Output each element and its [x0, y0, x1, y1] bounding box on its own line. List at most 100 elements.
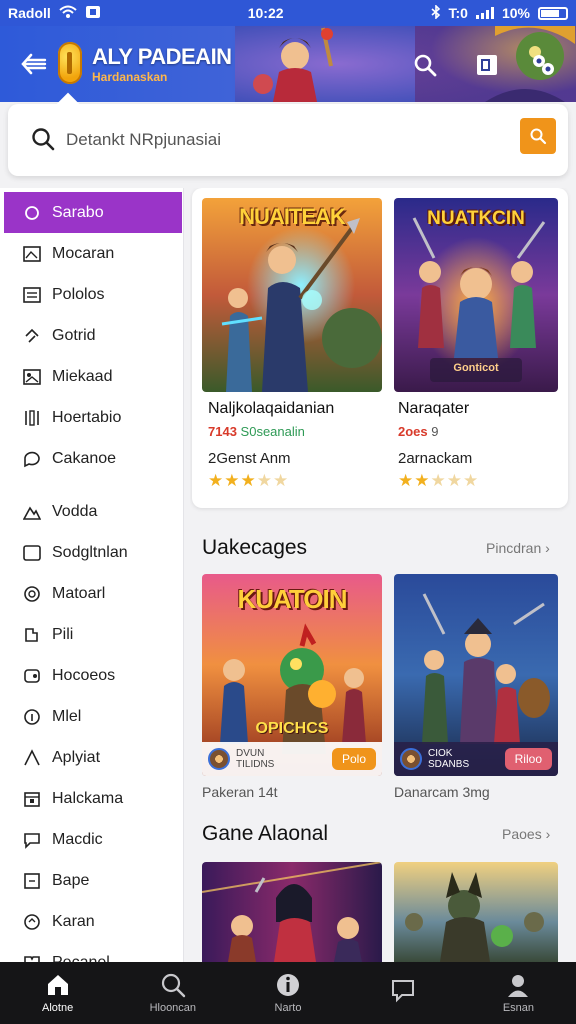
battery-label: 10% — [501, 5, 530, 21]
sidebar-item-hoertabio[interactable]: Hoertabio — [0, 397, 183, 438]
nav-label: Hlooncan — [149, 1002, 197, 1014]
sidebar-item-label: Bape — [52, 871, 90, 889]
chat-icon — [22, 449, 42, 469]
section-title: Uakecages — [202, 536, 308, 559]
star-icon: ★ — [240, 471, 256, 490]
library-icon[interactable] — [472, 50, 502, 80]
columns-icon — [22, 408, 42, 428]
upcoming-cover-1[interactable]: KUATOIN OPICHCS DVUN TILIDNS Polo — [202, 574, 382, 776]
sidebar-item-label: Pololos — [52, 285, 105, 303]
sidebar-item-halckama[interactable]: Halckama — [0, 778, 183, 819]
sidebar-item-sarabo[interactable]: Sarabo — [4, 192, 182, 233]
promo-text: DVUN TILIDNS — [236, 748, 275, 770]
sidebar-item-miekaad[interactable]: Miekaad — [0, 356, 183, 397]
game-cover-1[interactable]: NUAITEAK — [202, 198, 382, 392]
chat-bubble-icon — [390, 978, 416, 1004]
image-icon — [22, 244, 42, 264]
game-cover-subtitle: OPICHCS — [255, 720, 329, 737]
sidebar-item-matoarl[interactable]: Matoarl — [0, 573, 183, 614]
rating-stars: ★ ★ ★ ★ ★ — [398, 472, 478, 489]
sidebar-item-sodgltnlan[interactable]: Sodgltnlan — [0, 532, 183, 573]
nav-profile[interactable]: Esnan — [461, 962, 576, 1024]
search-input[interactable] — [66, 124, 506, 156]
sidebar-item-hocoeos[interactable]: Hocoeos — [0, 655, 183, 696]
sidebar-item-label: Hoertabio — [52, 408, 122, 426]
settings-icon[interactable] — [528, 50, 558, 80]
nav-search[interactable]: Hlooncan — [115, 962, 230, 1024]
sidebar: Sarabo Mocaran Pololos Gotrid Miekaad Ho… — [0, 188, 184, 962]
promo-button[interactable]: Riloo — [504, 748, 552, 770]
game-cover-2[interactable]: NUATKCIN Gonticot — [394, 198, 558, 392]
calendar-icon — [22, 789, 42, 809]
sidebar-item-label: Mlel — [52, 707, 82, 725]
game-cover-art — [394, 862, 558, 962]
sidebar-item-pili[interactable]: Pili — [0, 614, 183, 655]
headphones-icon — [22, 912, 42, 932]
sidebar-item-karan[interactable]: Karan — [0, 901, 183, 942]
sidebar-item-label: Matoarl — [52, 584, 106, 602]
game-caption: Pakeran 14t — [202, 784, 278, 800]
sidebar-item-vodda[interactable]: Vodda — [0, 491, 183, 532]
section-more-link[interactable]: Pincdran › — [486, 540, 550, 556]
sidebar-item-gotrid[interactable]: Gotrid — [0, 315, 183, 356]
sidebar-item-macdic[interactable]: Macdic — [0, 819, 183, 860]
game-cover-4[interactable] — [394, 862, 558, 962]
sidebar-item-pololos[interactable]: Pololos — [0, 274, 183, 315]
game-price: 2oes — [398, 424, 428, 439]
list-icon — [22, 285, 42, 305]
nav-label: Alotne — [42, 1002, 74, 1014]
clock: 10:22 — [247, 5, 284, 21]
bottom-nav: Alotne Hlooncan Narto Esnan — [0, 962, 576, 1024]
search-submit-button[interactable] — [520, 118, 556, 154]
star-icon: ★ — [414, 471, 430, 490]
puzzle-icon — [22, 625, 42, 645]
shield-icon — [22, 584, 42, 604]
box-icon — [22, 871, 42, 891]
home-icon — [45, 972, 71, 998]
star-icon: ★ — [224, 471, 240, 490]
promo-text: CIOK SDANBS — [428, 748, 470, 770]
section-more-link[interactable]: Paoes › — [502, 826, 550, 842]
info-icon — [275, 972, 301, 998]
status-bar: Radoll 10:22 T:0 10% — [0, 0, 576, 26]
star-icon: ★ — [430, 471, 446, 490]
nav-info[interactable]: Narto — [230, 962, 345, 1024]
send-icon — [22, 748, 42, 768]
game-cover-3[interactable] — [202, 862, 382, 962]
section-more-label: Pincdran — [486, 540, 542, 556]
promo-button[interactable]: Polo — [331, 748, 376, 770]
sidebar-item-cakanoe[interactable]: Cakanoe — [0, 438, 183, 479]
back-arrow-icon[interactable] — [18, 48, 50, 80]
game-name[interactable]: Naljkolaqaidanian — [208, 400, 334, 418]
sidebar-item-mlel[interactable]: Mlel — [0, 696, 183, 737]
game-name[interactable]: Naraqater — [398, 400, 469, 418]
star-icon: ★ — [273, 471, 289, 490]
game-developer: 2Genst Anm — [208, 450, 291, 467]
search-card — [8, 104, 568, 176]
sidebar-item-label: Hocoeos — [52, 666, 116, 684]
sidebar-item-pecanel[interactable]: Pecanel — [0, 942, 183, 962]
star-icon: ★ — [398, 471, 414, 490]
search-icon — [30, 126, 56, 152]
sidebar-item-label: Vodda — [52, 502, 98, 520]
sidebar-item-label: Miekaad — [52, 367, 113, 385]
link-icon — [22, 326, 42, 346]
sidebar-divider — [0, 479, 183, 491]
featured-card: NUAITEAK Naljkolaqaidanian 7143 S0seanal… — [192, 188, 568, 508]
sidebar-item-label: Macdic — [52, 830, 103, 848]
wifi-icon — [59, 5, 77, 22]
chevron-right-icon: › — [545, 826, 551, 842]
sidebar-item-aplyiat[interactable]: Aplyiat — [0, 737, 183, 778]
star-icon: ★ — [208, 471, 224, 490]
promo-bar: CIOK SDANBS Riloo — [394, 742, 558, 776]
nav-chat[interactable] — [346, 962, 461, 1024]
header-search-icon[interactable] — [410, 50, 440, 80]
sidebar-item-label: Gotrid — [52, 326, 96, 344]
network-label: T:0 — [448, 5, 468, 21]
sidebar-item-label: Aplyiat — [52, 748, 101, 766]
sidebar-item-mocaran[interactable]: Mocaran — [0, 233, 183, 274]
signal-icon — [475, 7, 494, 19]
sidebar-item-bape[interactable]: Bape — [0, 860, 183, 901]
upcoming-cover-2[interactable]: CIOK SDANBS Riloo — [394, 574, 558, 776]
nav-home[interactable]: Alotne — [0, 962, 115, 1024]
